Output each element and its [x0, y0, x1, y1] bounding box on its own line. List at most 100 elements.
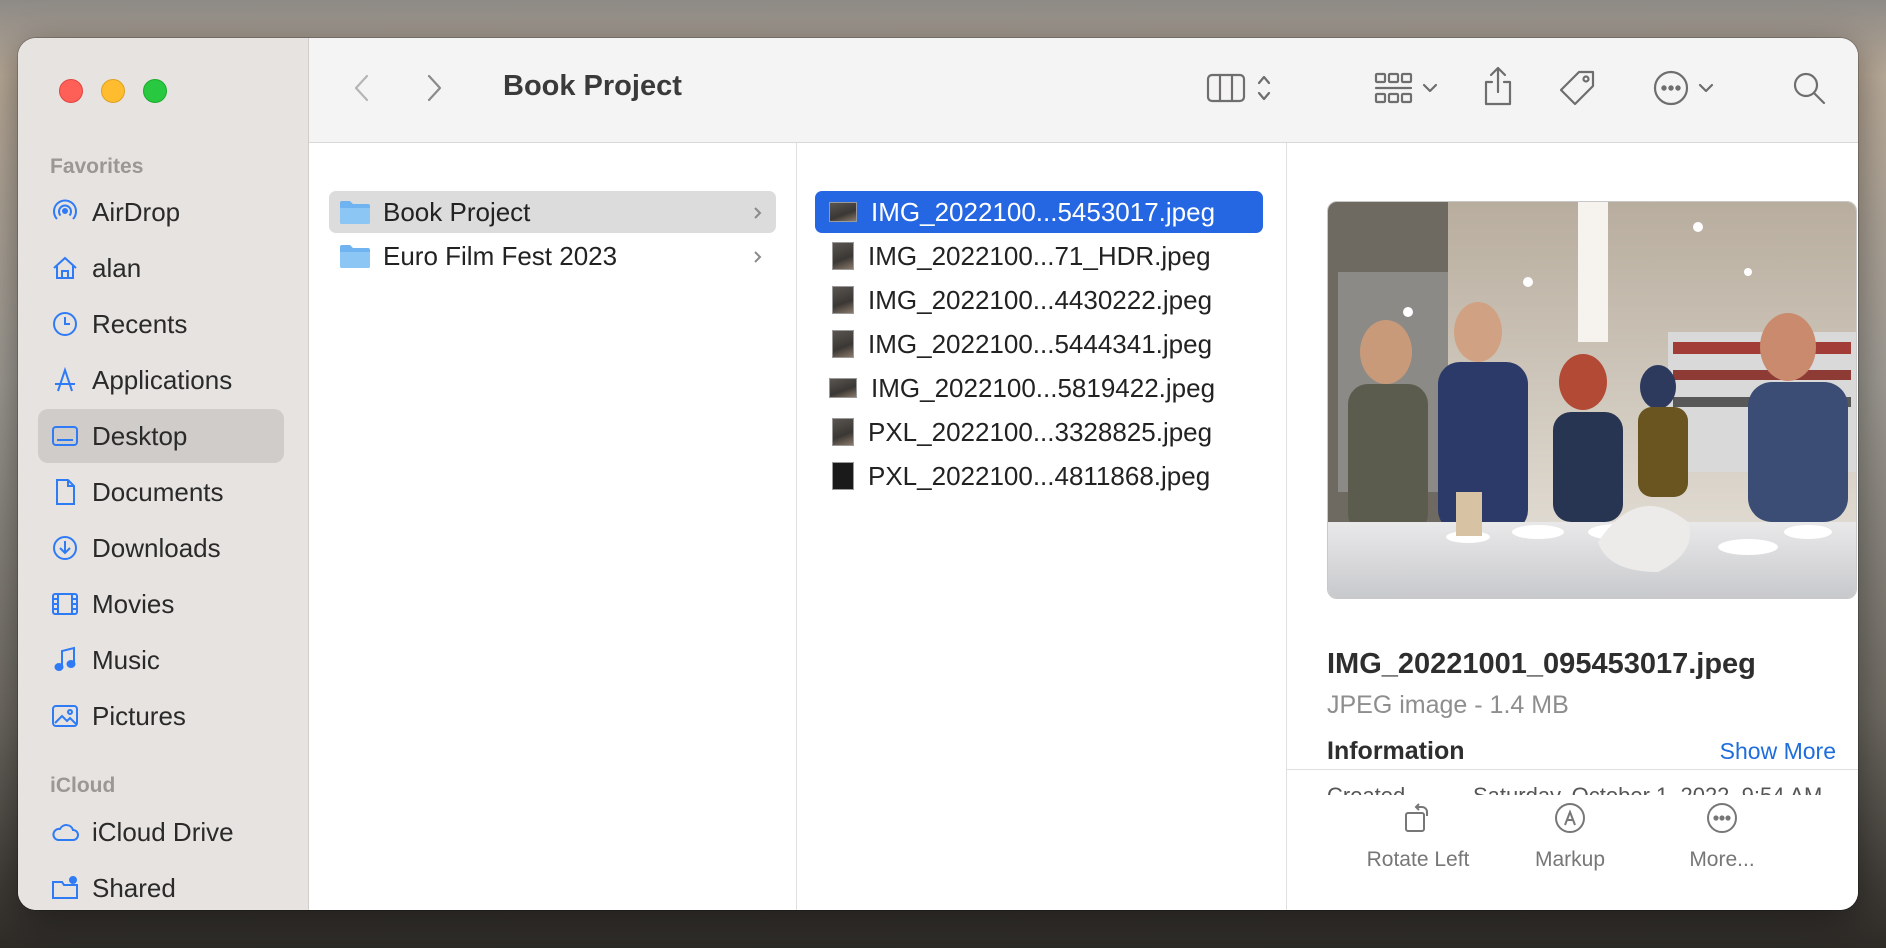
photo-icon — [50, 701, 80, 731]
group-button[interactable] — [1367, 68, 1445, 112]
chevron-right-icon — [424, 72, 444, 109]
preview-pane: IMG_20221001_095453017.jpeg JPEG image -… — [1287, 143, 1858, 910]
applications-icon — [50, 365, 80, 395]
file-name: IMG_2022100...5444341.jpeg — [868, 328, 1213, 359]
search-button[interactable] — [1789, 70, 1829, 110]
home-icon — [50, 253, 80, 283]
sidebar-item-label: alan — [92, 252, 142, 283]
quick-actions-bar: Rotate Left Markup More... — [1287, 769, 1858, 910]
file-row[interactable]: IMG_2022100...5819422.jpeg — [815, 367, 1263, 409]
file-row[interactable]: IMG_2022100...71_HDR.jpeg — [815, 235, 1263, 277]
sidebar-item-label: iCloud Drive — [92, 816, 234, 847]
download-icon — [50, 533, 80, 563]
column-files: IMG_2022100...5453017.jpeg IMG_2022100..… — [797, 143, 1287, 910]
information-heading: Information — [1327, 737, 1465, 765]
file-name: IMG_2022100...71_HDR.jpeg — [868, 240, 1211, 271]
folder-name: Book Project — [383, 196, 531, 227]
file-name: IMG_2022100...5453017.jpeg — [871, 196, 1216, 227]
file-row[interactable]: IMG_2022100...4430222.jpeg — [815, 279, 1263, 321]
sidebar-item-label: Shared — [92, 872, 176, 903]
chevron-down-icon — [1698, 81, 1714, 99]
sidebar-item-label: Pictures — [92, 700, 186, 731]
preview-image[interactable] — [1327, 201, 1857, 599]
sidebar-item-documents[interactable]: Documents — [38, 465, 284, 519]
share-icon — [1481, 65, 1515, 112]
sidebar-item-music[interactable]: Music — [38, 633, 284, 687]
ellipsis-circle-icon — [1652, 69, 1690, 112]
image-thumbnail — [829, 378, 857, 398]
sidebar: Favorites AirDrop alan Recents Applicati… — [18, 38, 309, 910]
rotate-left-button[interactable]: Rotate Left — [1353, 798, 1483, 872]
preview-file-type: JPEG image - 1.4 MB — [1327, 691, 1569, 719]
sidebar-item-downloads[interactable]: Downloads — [38, 521, 284, 575]
close-button[interactable] — [59, 79, 83, 103]
sidebar-item-icloud-drive[interactable]: iCloud Drive — [38, 805, 284, 859]
sidebar-item-label: Desktop — [92, 420, 188, 451]
sidebar-item-applications[interactable]: Applications — [38, 353, 284, 407]
shared-folder-icon — [50, 873, 80, 903]
file-name: PXL_2022100...3328825.jpeg — [868, 416, 1213, 447]
clock-icon — [50, 309, 80, 339]
sidebar-item-movies[interactable]: Movies — [38, 577, 284, 631]
tag-icon — [1557, 68, 1597, 113]
airdrop-icon — [50, 197, 80, 227]
file-name: IMG_2022100...4430222.jpeg — [868, 284, 1213, 315]
window-controls — [59, 79, 167, 103]
show-more-link[interactable]: Show More — [1720, 738, 1836, 765]
file-row[interactable]: IMG_2022100...5453017.jpeg — [815, 191, 1263, 233]
image-thumbnail — [832, 462, 854, 490]
image-thumbnail — [832, 418, 854, 446]
up-down-chevron-icon — [1256, 72, 1272, 109]
image-thumbnail — [829, 202, 857, 222]
toolbar: Book Project — [309, 38, 1858, 143]
sidebar-item-label: Applications — [92, 364, 233, 395]
tags-button[interactable] — [1555, 68, 1599, 112]
chevron-left-icon — [352, 72, 372, 109]
back-button[interactable] — [345, 72, 379, 108]
image-thumbnail — [832, 330, 854, 358]
action-label: Markup — [1534, 848, 1606, 871]
sidebar-item-pictures[interactable]: Pictures — [38, 689, 284, 743]
view-mode-button[interactable] — [1195, 68, 1283, 112]
markup-button[interactable]: Markup — [1505, 798, 1635, 872]
column-folders: Book Project Euro Film Fest 2023 — [309, 143, 797, 910]
sidebar-item-label: Movies — [92, 588, 175, 619]
sidebar-item-label: AirDrop — [92, 196, 181, 227]
image-thumbnail — [832, 286, 854, 314]
sidebar-item-airdrop[interactable]: AirDrop — [38, 185, 284, 239]
file-row[interactable]: PXL_2022100...4811868.jpeg — [815, 455, 1263, 497]
image-thumbnail — [832, 242, 854, 270]
file-name: PXL_2022100...4811868.jpeg — [868, 460, 1211, 491]
favorites-section-label: Favorites — [50, 155, 144, 178]
folder-icon — [339, 243, 371, 269]
columns-view-icon — [1206, 72, 1246, 109]
file-name: IMG_2022100...5819422.jpeg — [871, 372, 1216, 403]
sidebar-item-recents[interactable]: Recents — [38, 297, 284, 351]
action-button[interactable] — [1643, 68, 1723, 112]
sidebar-item-alan[interactable]: alan — [38, 241, 284, 295]
forward-button[interactable] — [417, 72, 451, 108]
search-icon — [1791, 70, 1827, 111]
more-button[interactable]: More... — [1657, 798, 1787, 872]
action-label: More... — [1689, 848, 1755, 871]
document-icon — [50, 477, 80, 507]
sidebar-item-shared[interactable]: Shared — [38, 861, 284, 910]
sidebar-item-label: Documents — [92, 476, 224, 507]
folder-row-euro-film-fest[interactable]: Euro Film Fest 2023 — [329, 235, 776, 277]
sidebar-item-desktop[interactable]: Desktop — [38, 409, 284, 463]
folder-row-book-project[interactable]: Book Project — [329, 191, 776, 233]
more-icon — [1657, 798, 1787, 838]
action-label: Rotate Left — [1366, 848, 1470, 871]
rotate-left-icon — [1353, 798, 1483, 838]
file-row[interactable]: PXL_2022100...3328825.jpeg — [815, 411, 1263, 453]
chevron-right-icon — [752, 244, 764, 275]
folder-name: Euro Film Fest 2023 — [383, 240, 618, 271]
sidebar-item-label: Recents — [92, 308, 188, 339]
share-button[interactable] — [1478, 64, 1518, 112]
sidebar-item-label: Music — [92, 644, 160, 675]
minimize-button[interactable] — [101, 79, 125, 103]
preview-filename: IMG_20221001_095453017.jpeg — [1327, 648, 1756, 680]
file-row[interactable]: IMG_2022100...5444341.jpeg — [815, 323, 1263, 365]
zoom-button[interactable] — [143, 79, 167, 103]
chevron-down-icon — [1422, 81, 1438, 99]
